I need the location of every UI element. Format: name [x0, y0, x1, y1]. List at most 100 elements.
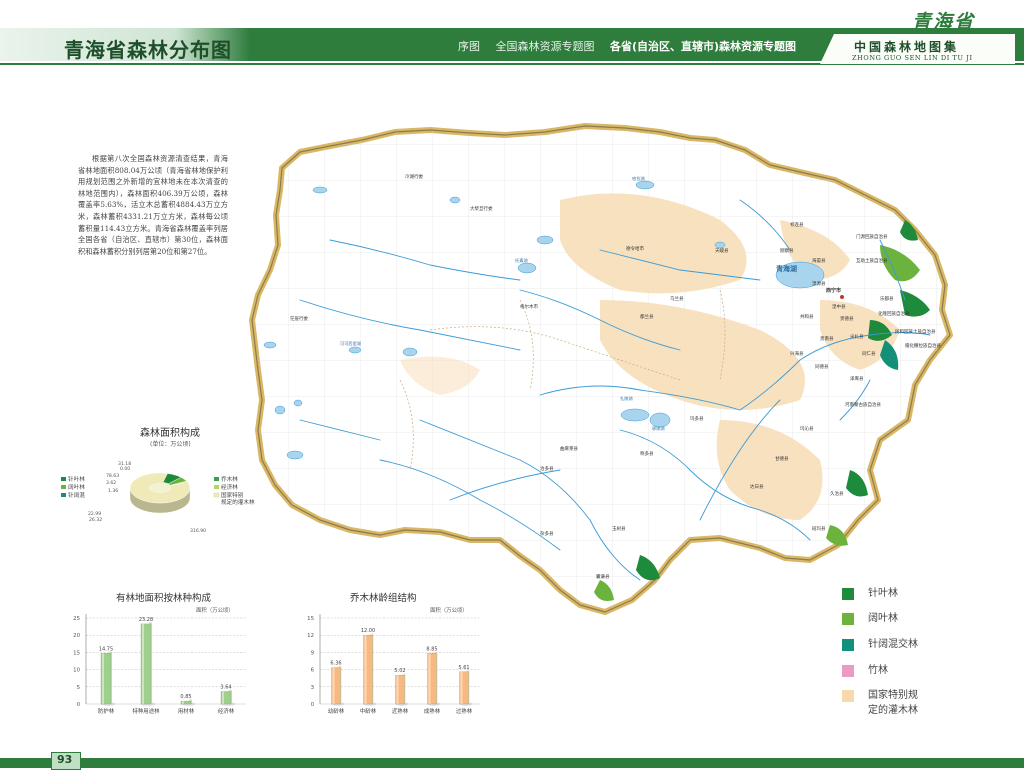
place-minhe: 民和回族土族自治县	[895, 328, 936, 335]
bar-unit-label: 面积（万公顷）	[430, 606, 468, 614]
bar-highlight	[364, 635, 367, 704]
pie-chart-unit: (单位：万公顷)	[150, 441, 191, 448]
legend-swatch-conifer	[842, 588, 854, 600]
lake-zhaling	[620, 408, 650, 422]
legend-label-mixed: 针阔混交林	[868, 639, 918, 650]
pie-left-legend: 针叶林 阔叶林 针阔混	[61, 475, 85, 499]
y-tick-label: 5	[77, 685, 80, 691]
bar-value-label: 6.36	[330, 661, 341, 667]
y-tick-label: 10	[73, 668, 80, 674]
place-wulan: 乌兰县	[670, 295, 684, 302]
forest-area-pie-chart: 针叶林 阔叶林 针阔混 乔木林 经济林 国家特别 规定的灌木林 31.18 0.…	[61, 461, 255, 534]
place-haiyan: 海晏县	[812, 257, 826, 264]
pie-legend-tree-forest: 乔木林	[221, 475, 238, 483]
place-ledu: 乐都县	[880, 295, 894, 302]
y-tick-label: 9	[311, 650, 315, 656]
place-nangqian: 囊谦县	[596, 573, 610, 580]
pie-legend-conifer: 针叶林	[68, 475, 85, 483]
legend-label-shrub-line2: 定的灌木林	[868, 705, 918, 716]
place-banma: 班玛县	[812, 525, 826, 532]
place-chenduo: 称多县	[640, 450, 654, 457]
bar-value-label: 14.75	[99, 646, 113, 652]
bar-category-label: 幼龄林	[328, 707, 345, 715]
y-tick-label: 0	[311, 702, 315, 708]
place-jiuzhi: 久治县	[830, 490, 844, 497]
bar-category-label: 特种用途林	[133, 707, 161, 715]
pie-right-legend: 乔木林 经济林 国家特别 规定的灌木林	[213, 475, 255, 506]
legend-label-broadleaf: 阔叶林	[868, 613, 898, 624]
lake-label-hoh-xil: 可可西里湖	[340, 340, 361, 347]
pie-value-label: 0.00	[120, 466, 130, 472]
place-huzhu: 互助土族自治县	[856, 257, 888, 264]
y-tick-label: 15	[307, 616, 314, 622]
legend-swatch-bamboo	[842, 665, 854, 677]
bar-value-label: 5.02	[394, 668, 405, 674]
place-guinan: 贵南县	[820, 335, 834, 342]
footer-bar	[0, 758, 1024, 768]
bar-chart-2-title: 乔木林龄组结构	[350, 593, 417, 604]
pie-value-label: 78.63	[106, 473, 119, 479]
y-tick-label: 15	[73, 650, 80, 656]
place-lenghu: 冷湖行委	[405, 173, 423, 180]
bar-value-label: 0.85	[180, 694, 191, 700]
place-delingha: 德令哈市	[626, 245, 644, 252]
place-huangzhong: 湟中县	[832, 303, 846, 310]
place-gangcha: 刚察县	[780, 247, 794, 254]
place-zeku: 泽库县	[850, 375, 864, 382]
legend-label-conifer: 针叶林	[868, 588, 898, 599]
bar-value-label: 5.61	[458, 665, 469, 671]
place-guide: 贵德县	[840, 315, 854, 322]
pie-legend-shrub-line2: 规定的灌木林	[221, 498, 255, 506]
lake-label-eling: 鄂陵湖	[652, 425, 665, 432]
bar-category-label: 经济林	[218, 707, 235, 715]
place-zaduo: 杂多县	[540, 530, 554, 537]
legend-swatch-broadleaf	[842, 613, 854, 625]
bar-highlight	[182, 701, 184, 704]
lake-label-hala: 哈拉湖	[632, 175, 645, 182]
pie-center	[147, 481, 173, 495]
place-zhiduo: 治多县	[540, 465, 554, 472]
place-mangya: 茫崖行委	[290, 315, 308, 322]
y-tick-label: 12	[307, 633, 314, 639]
place-xinghai: 兴海县	[790, 350, 804, 357]
y-tick-label: 25	[73, 616, 80, 622]
pie-value-label: 3.62	[106, 480, 116, 486]
legend-swatch-shrub	[842, 690, 854, 702]
place-gande: 甘德县	[775, 455, 789, 462]
y-tick-label: 6	[311, 668, 315, 674]
page-number: 93	[57, 753, 73, 766]
bar-highlight	[222, 691, 224, 704]
place-geermu: 格尔木市	[520, 303, 538, 310]
y-tick-label: 0	[77, 702, 81, 708]
capital-marker	[840, 295, 844, 299]
bar-category-label: 用材林	[178, 707, 195, 715]
legend-label-shrub-line1: 国家特别规	[868, 690, 918, 701]
place-menyuan: 门源回族自治县	[856, 233, 888, 240]
bar-category-label: 成熟林	[424, 707, 441, 715]
bar-highlight	[332, 667, 335, 704]
place-maduo: 玛多县	[690, 415, 704, 422]
pie-legend-swatch	[61, 493, 66, 497]
lake-label-zhaling: 扎陵湖	[620, 395, 633, 402]
lake-label-qinghai: 青海湖	[776, 264, 797, 273]
bar-category-label: 防护林	[98, 707, 115, 715]
pie-value-label: 316.90	[190, 528, 206, 534]
place-qilian: 祁连县	[790, 221, 804, 228]
place-tongde: 同德县	[815, 363, 829, 370]
pie-legend-swatch	[214, 477, 219, 481]
place-xining: 西宁市	[826, 287, 841, 294]
bar-unit-label: 面积（万公顷）	[196, 606, 234, 614]
pie-value-label: 26.32	[89, 517, 102, 523]
place-tongren: 同仁县	[862, 350, 876, 357]
place-qumalai: 曲麻莱县	[560, 445, 578, 452]
pie-chart-title: 森林面积构成	[140, 428, 200, 439]
y-tick-label: 3	[311, 685, 314, 691]
pie-legend-broadleaf: 阔叶林	[68, 483, 85, 491]
bar-category-label: 过熟林	[456, 707, 473, 715]
legend-swatch-mixed	[842, 639, 854, 651]
bar-chart-1-title: 有林地面积按林种构成	[116, 593, 212, 604]
pie-value-label: 22.99	[88, 511, 101, 517]
place-maqin: 玛沁县	[800, 425, 814, 432]
place-dulan: 都兰县	[640, 313, 654, 320]
place-jianzha: 尖扎县	[850, 333, 864, 340]
